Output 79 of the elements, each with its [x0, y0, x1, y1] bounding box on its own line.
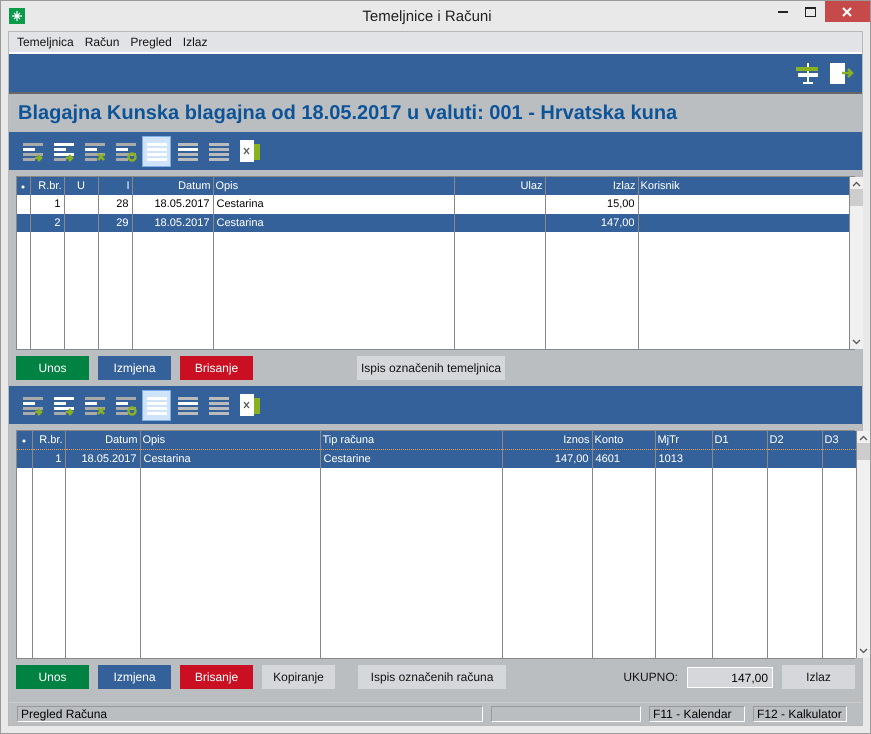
table-cell: 18.05.2017: [65, 450, 140, 468]
window-title: Temeljnice i Računi: [361, 8, 492, 24]
menu-item[interactable]: Račun: [80, 35, 126, 49]
row-indicator-cell[interactable]: [17, 450, 32, 468]
scroll-thumb[interactable]: [856, 443, 870, 460]
scrollbar[interactable]: [856, 431, 870, 658]
scroll-thumb[interactable]: [850, 189, 862, 206]
print-button[interactable]: Ispis označenih temeljnica: [357, 356, 505, 380]
table-cell: 28: [98, 195, 132, 214]
table-row[interactable]: 2 29 18.05.2017 Cestarina 147,00: [17, 214, 849, 232]
column-header[interactable]: Izlaz: [545, 177, 638, 195]
row-indicator-cell[interactable]: [17, 214, 30, 232]
table-row[interactable]: 1 18.05.2017 Cestarina Cestarine 147,00 4601 1013: [17, 450, 856, 468]
table-cell: 18.05.2017: [132, 214, 213, 232]
table-cell: 1013: [655, 450, 712, 468]
column-header[interactable]: Datum: [132, 177, 213, 195]
page-heading: Blagajna Kunska blagajna od 18.05.2017 u valuti: 001 - Hrvatska kuna: [17, 101, 678, 126]
app-icon: [9, 8, 25, 24]
column-header[interactable]: R.br.: [32, 431, 65, 450]
column-header[interactable]: Ulaz: [454, 177, 545, 195]
column-header[interactable]: MjTr: [655, 431, 712, 450]
scroll-down-icon[interactable]: [858, 648, 868, 654]
menu-item[interactable]: Izlaz: [178, 35, 214, 49]
close-button[interactable]: [824, 1, 870, 22]
table-row[interactable]: 1 28 18.05.2017 Cestarina 15,00: [17, 195, 849, 214]
table-cell: 15,00: [545, 195, 638, 214]
print-button[interactable]: Ispis označenih računa: [358, 665, 506, 689]
table-cell: 147,00: [502, 450, 592, 468]
column-header[interactable]: Datum: [65, 431, 140, 450]
column-header[interactable]: Iznos: [502, 431, 592, 450]
scroll-up-icon[interactable]: [858, 435, 868, 441]
table-cell: 29: [98, 214, 132, 232]
status-shortcut: F11 - Kalendar: [649, 706, 745, 722]
edit-button[interactable]: Izmjena: [98, 665, 171, 689]
exit-door-icon[interactable]: [830, 62, 854, 84]
column-header[interactable]: Korisnik: [638, 177, 849, 195]
close-icon[interactable]: [842, 6, 852, 16]
delete-button[interactable]: Brisanje: [180, 665, 253, 689]
edit-button[interactable]: Izmjena: [98, 356, 171, 380]
menu-item[interactable]: Pregled: [126, 35, 179, 49]
column-header[interactable]: Konto: [592, 431, 655, 450]
total-field: 147,00: [687, 666, 773, 688]
table-cell: 18.05.2017: [132, 195, 213, 214]
column-header[interactable]: D2: [767, 431, 822, 450]
column-header[interactable]: D1: [712, 431, 767, 450]
table-cell: 1: [32, 450, 65, 468]
status-message: Pregled Računa: [17, 706, 483, 722]
table-cell: 1: [30, 195, 64, 214]
table-cell: Cestarine: [320, 450, 502, 468]
dot-icon: [22, 439, 26, 443]
table-cell: Cestarina: [213, 195, 454, 214]
add-button[interactable]: Unos: [16, 665, 89, 689]
scroll-up-icon[interactable]: [852, 181, 860, 187]
copy-button[interactable]: Kopiranje: [262, 665, 335, 689]
column-header[interactable]: I: [98, 177, 132, 195]
column-header[interactable]: U: [64, 177, 98, 195]
column-header[interactable]: D3: [822, 431, 856, 450]
exit-button[interactable]: Izlaz: [782, 665, 855, 689]
dot-icon: [21, 185, 26, 189]
minimize-icon[interactable]: [778, 10, 788, 12]
maximize-icon[interactable]: [805, 6, 816, 16]
table-cell: 147,00: [545, 214, 638, 232]
menu-item[interactable]: Temeljnica: [13, 35, 81, 49]
column-header[interactable]: Opis: [140, 431, 320, 450]
row-indicator-cell[interactable]: [17, 195, 30, 214]
table-cell: Cestarina: [140, 450, 320, 468]
column-header[interactable]: Tip računa: [320, 431, 502, 450]
total-label: UKUPNO:: [623, 670, 678, 684]
add-button[interactable]: Unos: [16, 356, 89, 380]
table-cell: Cestarina: [213, 214, 454, 232]
table-cell: 4601: [592, 450, 655, 468]
signpost-icon[interactable]: [796, 62, 820, 84]
column-header[interactable]: R.br.: [30, 177, 64, 195]
table-cell: 2: [30, 214, 64, 232]
delete-button[interactable]: Brisanje: [180, 356, 253, 380]
scrollbar[interactable]: [850, 177, 862, 349]
status-shortcut: F12 - Kalkulator: [753, 706, 847, 722]
column-header[interactable]: Opis: [213, 177, 454, 195]
scroll-down-icon[interactable]: [852, 339, 860, 345]
